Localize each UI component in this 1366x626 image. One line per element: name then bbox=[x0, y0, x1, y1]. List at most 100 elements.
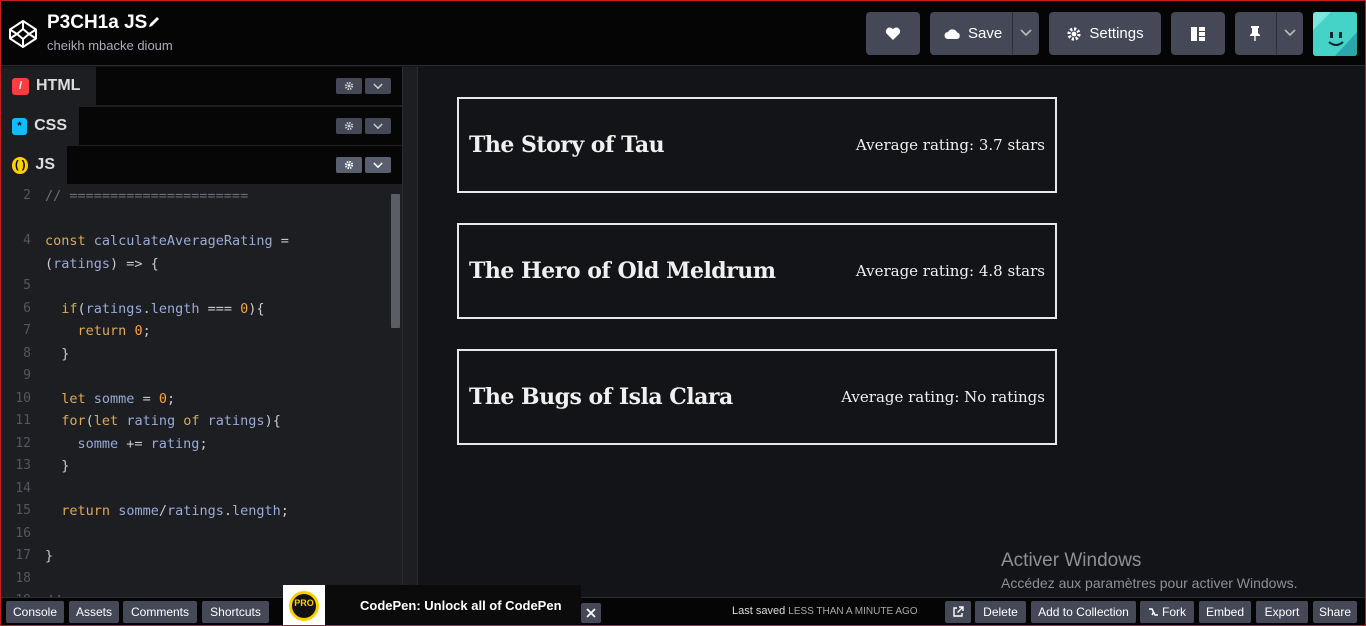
gear-icon bbox=[344, 160, 354, 170]
user-avatar[interactable] bbox=[1313, 12, 1357, 56]
pencil-icon[interactable] bbox=[147, 15, 161, 29]
book-title: The Hero of Old Meldrum bbox=[469, 258, 776, 284]
js-settings-button[interactable] bbox=[336, 157, 362, 173]
code-line: (ratings) => { bbox=[45, 255, 159, 272]
html-settings-button[interactable] bbox=[336, 78, 362, 94]
editor-panel: / HTML * CSS ( ) JS 2 // ================… bbox=[1, 67, 402, 598]
chevron-down-icon bbox=[373, 161, 383, 168]
pro-badge-text: PRO bbox=[294, 598, 314, 608]
embed-button[interactable]: Embed bbox=[1199, 601, 1251, 623]
line-number: 15 bbox=[15, 503, 31, 518]
chevron-down-icon bbox=[373, 82, 383, 89]
js-language-icon: ( ) bbox=[12, 156, 29, 174]
css-editor-header: * CSS bbox=[1, 107, 402, 145]
html-language-icon: / bbox=[12, 77, 29, 95]
css-collapse-button[interactable] bbox=[365, 118, 391, 134]
code-line: return 0; bbox=[77, 323, 151, 339]
tab-css[interactable]: * CSS bbox=[1, 107, 79, 145]
css-tab-label: CSS bbox=[34, 117, 67, 134]
external-link-icon bbox=[953, 606, 964, 617]
avatar-face-icon bbox=[1313, 12, 1357, 56]
line-number: 2 bbox=[23, 188, 31, 203]
close-promo-button[interactable] bbox=[581, 603, 601, 623]
layout-icon bbox=[1191, 26, 1205, 41]
html-editor-header: / HTML bbox=[1, 67, 402, 105]
pin-icon bbox=[1250, 26, 1260, 41]
js-code-editor[interactable]: 2 // ====================== 4 const calcula… bbox=[1, 184, 402, 598]
editor-scrollbar[interactable] bbox=[391, 194, 400, 328]
windows-activation-watermark: Activer Windows Accédez aux paramètres p… bbox=[1001, 550, 1297, 591]
like-button[interactable] bbox=[866, 12, 920, 55]
export-button[interactable]: Export bbox=[1256, 601, 1308, 623]
line-number: 11 bbox=[15, 413, 31, 428]
console-button[interactable]: Console bbox=[6, 601, 64, 623]
pro-promo-banner[interactable]: PRO CodePen: Unlock all of CodePen bbox=[283, 585, 581, 625]
book-card: The Hero of Old Meldrum Average rating: … bbox=[457, 223, 1057, 319]
line-number: 18 bbox=[15, 570, 31, 586]
line-number: 7 bbox=[23, 323, 31, 338]
js-editor-header: ( ) JS bbox=[1, 146, 402, 184]
pin-divider bbox=[1276, 12, 1277, 55]
activation-title: Activer Windows bbox=[1001, 550, 1142, 571]
change-view-button[interactable] bbox=[1171, 12, 1225, 55]
add-to-collection-button[interactable]: Add to Collection bbox=[1031, 601, 1136, 623]
share-button[interactable]: Share bbox=[1313, 601, 1357, 623]
cloud-icon bbox=[944, 28, 960, 39]
gear-icon bbox=[344, 81, 354, 91]
line-number: 6 bbox=[23, 300, 31, 316]
top-bar: P3CH1a JS cheikh mbacke dioum Save Setti… bbox=[1, 1, 1365, 66]
chevron-down-icon[interactable] bbox=[1284, 29, 1296, 37]
pro-badge: PRO bbox=[283, 585, 325, 625]
settings-button[interactable]: Settings bbox=[1049, 12, 1161, 55]
js-collapse-button[interactable] bbox=[365, 157, 391, 173]
heart-icon bbox=[885, 27, 901, 40]
line-number: 12 bbox=[15, 435, 31, 451]
codepen-logo-icon[interactable] bbox=[7, 18, 39, 50]
assets-button[interactable]: Assets bbox=[69, 601, 119, 623]
css-settings-button[interactable] bbox=[336, 118, 362, 134]
book-title: The Bugs of Isla Clara bbox=[469, 384, 733, 410]
pen-title[interactable]: P3CH1a JS bbox=[47, 12, 147, 34]
pin-button[interactable] bbox=[1235, 12, 1303, 55]
js-tab-label: JS bbox=[35, 156, 55, 173]
last-saved-time: LESS THAN A MINUTE AGO bbox=[788, 606, 918, 617]
tab-html[interactable]: / HTML bbox=[1, 67, 96, 105]
close-icon bbox=[586, 608, 596, 618]
open-external-button[interactable] bbox=[945, 601, 971, 623]
fork-button[interactable]: Fork bbox=[1140, 601, 1194, 623]
comments-button[interactable]: Comments bbox=[123, 601, 197, 623]
html-tab-label: HTML bbox=[36, 77, 81, 94]
shortcuts-button[interactable]: Shortcuts bbox=[202, 601, 269, 623]
book-title: The Story of Tau bbox=[469, 132, 665, 158]
line-number: 14 bbox=[15, 480, 31, 496]
code-line: } bbox=[45, 548, 54, 564]
code-line: let somme = 0; bbox=[61, 390, 176, 407]
tab-js[interactable]: ( ) JS bbox=[1, 146, 67, 184]
chevron-down-icon[interactable] bbox=[1020, 29, 1032, 37]
code-line: for(let rating of ratings){ bbox=[61, 413, 281, 429]
line-number: 9 bbox=[23, 368, 31, 383]
line-number: 16 bbox=[15, 525, 31, 541]
resize-handle[interactable] bbox=[402, 67, 418, 597]
book-rating: Average rating: 4.8 stars bbox=[855, 262, 1045, 280]
pen-author[interactable]: cheikh mbacke dioum bbox=[47, 38, 173, 53]
line-number: 8 bbox=[23, 345, 31, 361]
gear-icon bbox=[344, 121, 354, 131]
css-language-icon: * bbox=[12, 117, 28, 135]
result-preview: The Story of Tau Average rating: 3.7 sta… bbox=[419, 67, 1365, 597]
codepen-app: P3CH1a JS cheikh mbacke dioum Save Setti… bbox=[0, 0, 1366, 626]
bottom-bar: Console Assets Comments Shortcuts PRO Co… bbox=[1, 585, 1365, 625]
save-button[interactable]: Save bbox=[930, 12, 1039, 55]
code-line: } bbox=[45, 345, 70, 362]
delete-button[interactable]: Delete bbox=[975, 601, 1026, 623]
code-line: // ====================== bbox=[45, 188, 249, 204]
html-collapse-button[interactable] bbox=[365, 78, 391, 94]
code-line: if(ratings.length === 0){ bbox=[61, 300, 265, 317]
save-divider bbox=[1012, 12, 1013, 55]
last-saved-label: Last saved bbox=[732, 605, 786, 617]
last-saved-status: Last saved LESS THAN A MINUTE AGO bbox=[732, 605, 918, 617]
line-number: 4 bbox=[23, 233, 31, 248]
settings-label: Settings bbox=[1089, 25, 1144, 42]
book-rating: Average rating: 3.7 stars bbox=[855, 136, 1045, 154]
line-number: 13 bbox=[15, 458, 31, 473]
